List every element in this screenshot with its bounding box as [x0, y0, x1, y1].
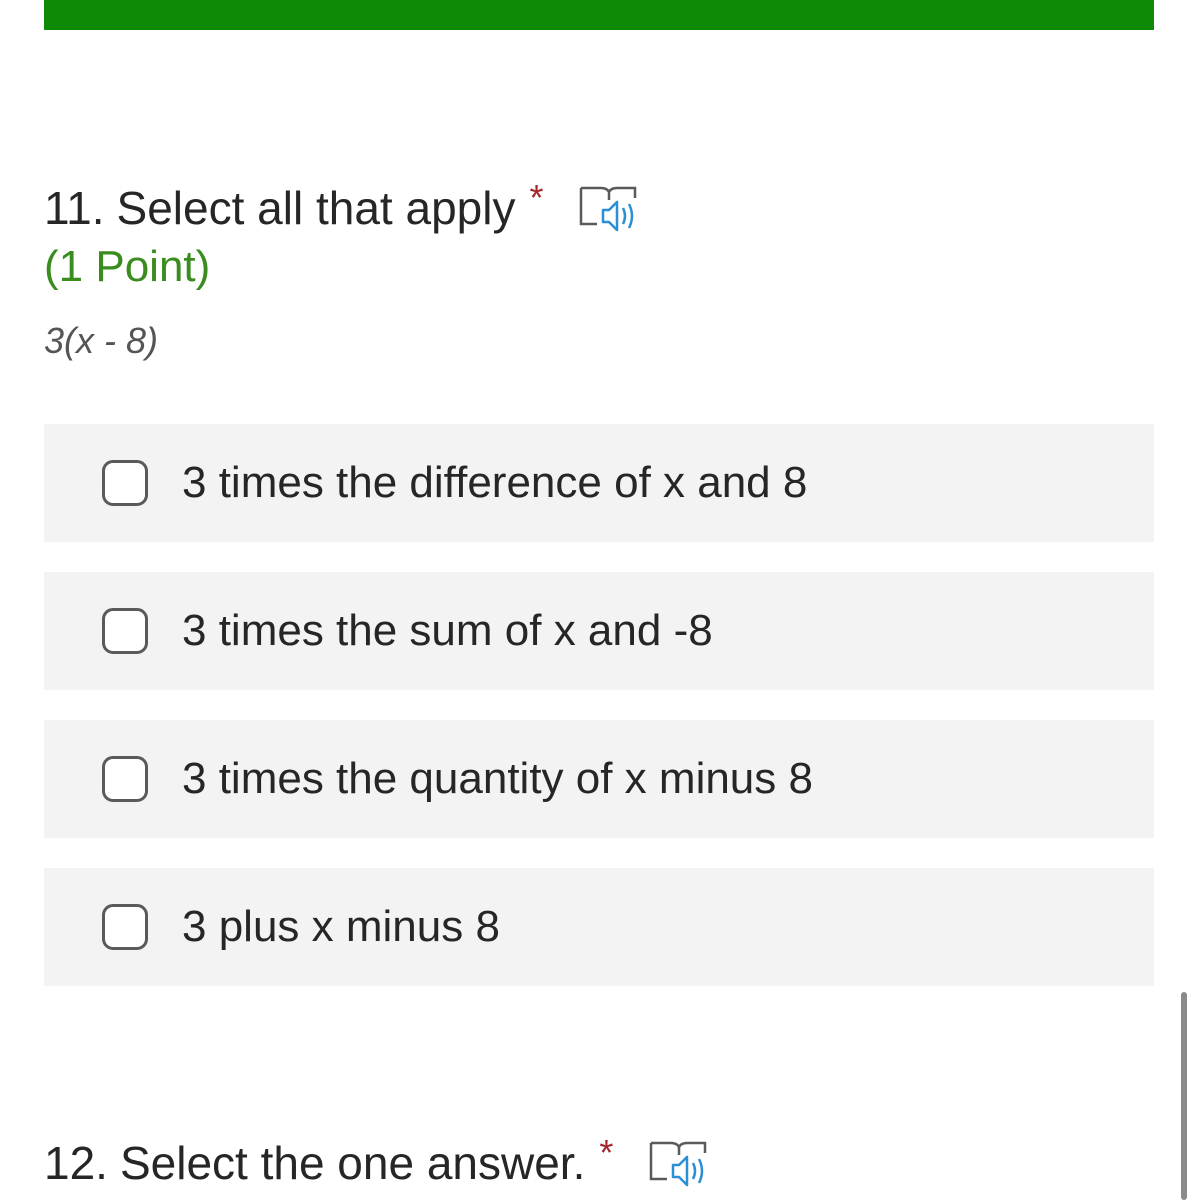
checkbox[interactable]: [102, 460, 148, 506]
question-12: 12. Select the one answer. *: [44, 1132, 711, 1191]
vertical-scrollbar[interactable]: [1181, 992, 1187, 1200]
checkbox[interactable]: [102, 904, 148, 950]
question-title-row: 11. Select all that apply *: [44, 177, 641, 236]
choice-option[interactable]: 3 plus x minus 8: [44, 868, 1154, 986]
question-title: Select the one answer.: [119, 1137, 586, 1189]
question-subtitle: 3(x - 8): [44, 320, 159, 361]
immersive-reader-icon[interactable]: [647, 1135, 711, 1191]
required-marker: *: [599, 1132, 614, 1173]
choice-label: 3 times the quantity of x minus 8: [182, 754, 813, 803]
choice-option[interactable]: 3 times the difference of x and 8: [44, 424, 1154, 542]
required-marker: *: [529, 177, 544, 218]
choice-label: 3 plus x minus 8: [182, 902, 500, 951]
question-11-options: 3 times the difference of x and 8 3 time…: [44, 424, 1154, 1016]
question-number: 11.: [44, 182, 105, 234]
question-11: 11. Select all that apply * (1 Point) 3(…: [44, 177, 641, 362]
question-title-row: 12. Select the one answer. *: [44, 1132, 711, 1191]
form-page: 11. Select all that apply * (1 Point) 3(…: [0, 0, 1199, 1200]
checkbox[interactable]: [102, 608, 148, 654]
immersive-reader-icon[interactable]: [577, 180, 641, 236]
choice-option[interactable]: 3 times the quantity of x minus 8: [44, 720, 1154, 838]
question-points: (1 Point): [44, 242, 211, 291]
question-title: Select all that apply: [116, 182, 516, 234]
checkbox[interactable]: [102, 756, 148, 802]
choice-option[interactable]: 3 times the sum of x and -8: [44, 572, 1154, 690]
form-header-bar: [44, 0, 1154, 30]
choice-label: 3 times the sum of x and -8: [182, 606, 713, 655]
choice-label: 3 times the difference of x and 8: [182, 458, 808, 507]
question-number: 12.: [44, 1137, 108, 1189]
